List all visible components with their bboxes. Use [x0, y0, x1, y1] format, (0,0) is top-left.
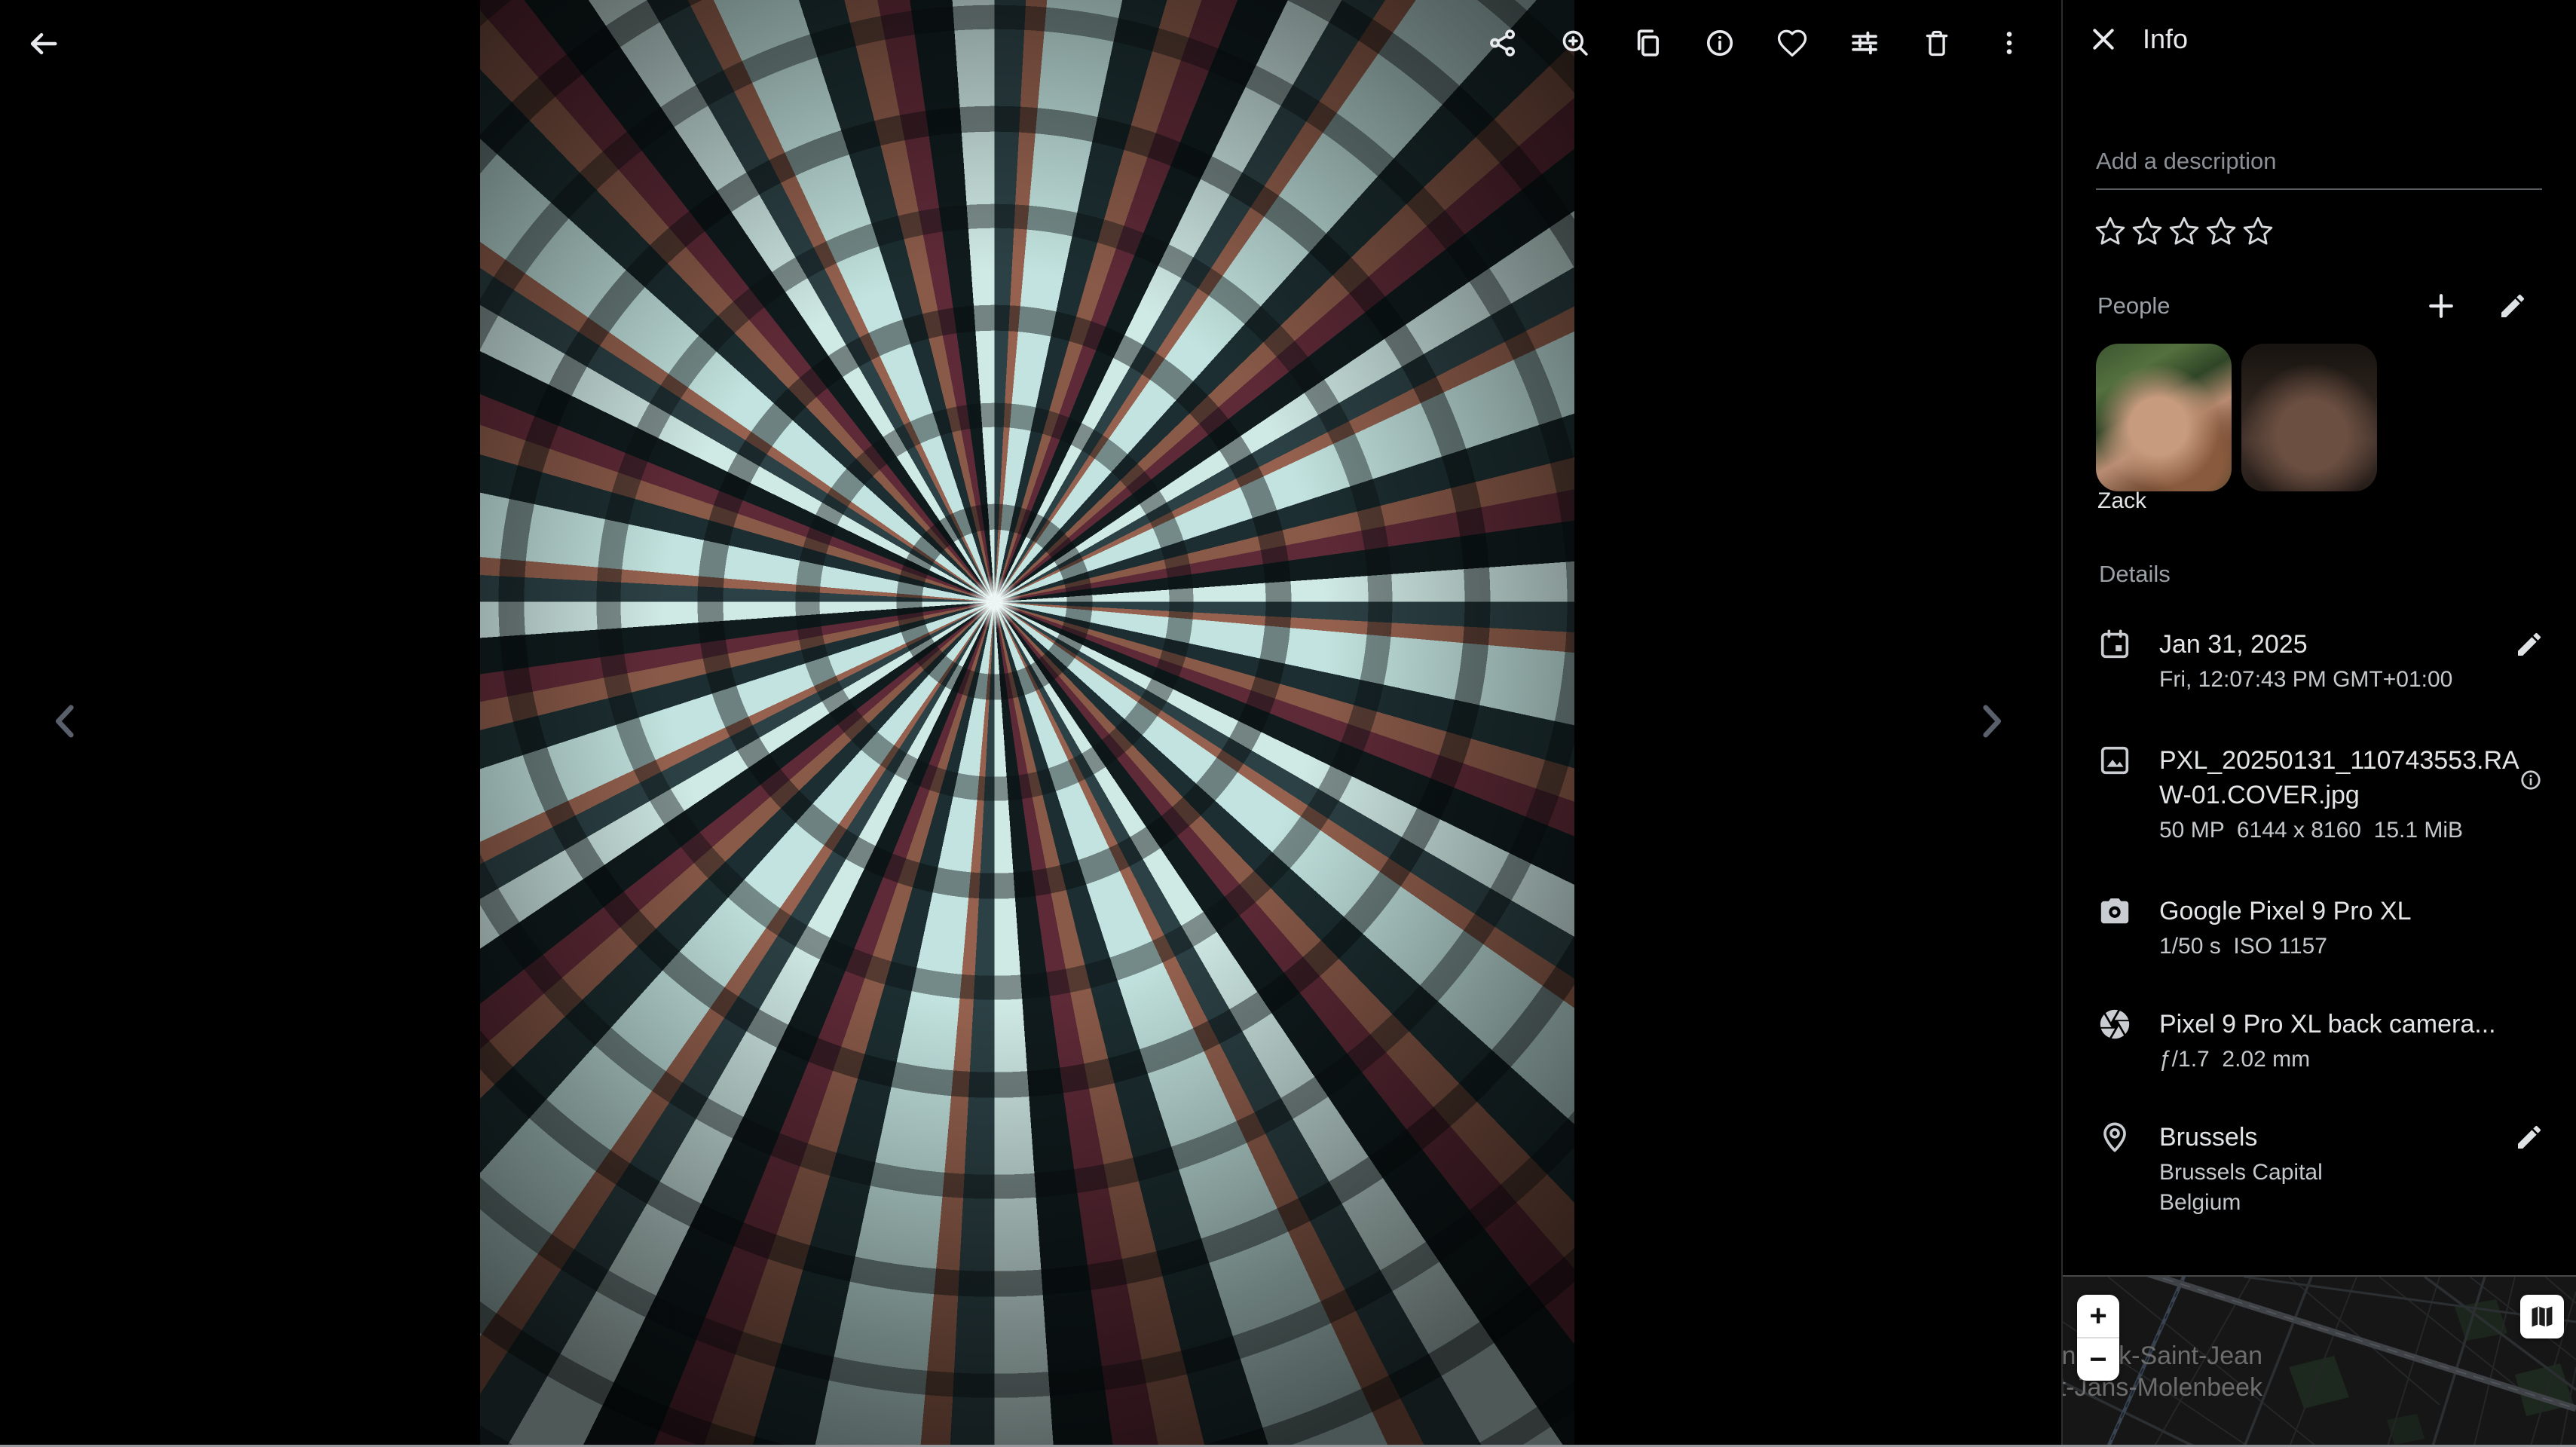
photo[interactable] [480, 0, 1574, 1447]
tune-icon [1849, 27, 1880, 59]
info-button[interactable] [1702, 25, 1738, 61]
kebab-menu-icon [1993, 27, 2025, 59]
person-name: Zack [2097, 488, 2146, 514]
people-section-label: People [2097, 292, 2171, 320]
info-icon [1704, 27, 1736, 59]
map[interactable]: Molenbeek-Saint-Jean Sint-Jans-Molenbeek… [2063, 1275, 2576, 1447]
location-region: Brussels Capital [2159, 1158, 2522, 1188]
trash-icon [1921, 27, 1953, 59]
copy-button[interactable] [1629, 25, 1666, 61]
next-photo-button[interactable] [1967, 697, 2015, 745]
edit-location-button[interactable] [2513, 1121, 2546, 1155]
star-rating [2093, 214, 2275, 249]
share-icon [1487, 27, 1519, 59]
rating-star-1[interactable] [2093, 214, 2128, 249]
camera-icon [2097, 894, 2132, 928]
star-icon [2130, 214, 2165, 249]
info-small-icon [2519, 769, 2542, 791]
map-style-button[interactable] [2520, 1295, 2564, 1338]
image-icon [2097, 743, 2132, 778]
edit-people-button[interactable] [2495, 288, 2531, 324]
rating-star-3[interactable] [2167, 214, 2201, 249]
details-section-label: Details [2099, 561, 2171, 588]
calendar-icon [2097, 627, 2132, 662]
star-icon [2093, 214, 2128, 249]
zoom-in-icon [1559, 27, 1591, 59]
copy-icon [1632, 27, 1663, 59]
person-thumbnail[interactable] [2241, 344, 2377, 491]
photo-viewer: Info People Zack Details [0, 0, 2576, 1447]
exposure-info: 1/50 s ISO 1157 [2159, 932, 2522, 962]
panel-title: Info [2143, 23, 2188, 56]
time-value: Fri, 12:07:43 PM GMT+01:00 [2159, 665, 2522, 695]
close-panel-button[interactable] [2085, 21, 2122, 57]
map-zoom-out-button[interactable]: − [2077, 1338, 2119, 1381]
pencil-icon [2498, 291, 2528, 321]
location-icon [2097, 1120, 2132, 1155]
file-specs: 50 MP 6144 x 8160 15.1 MiB [2159, 815, 2522, 846]
location-city: Brussels [2159, 1120, 2522, 1155]
rating-star-4[interactable] [2204, 214, 2238, 249]
lens-name: Pixel 9 Pro XL back camera... [2159, 1007, 2522, 1042]
camera-model: Google Pixel 9 Pro XL [2159, 894, 2522, 928]
rating-star-2[interactable] [2130, 214, 2165, 249]
description-input[interactable] [2096, 148, 2542, 190]
rating-star-5[interactable] [2241, 214, 2275, 249]
lens-specs: ƒ/1.7 2.02 mm [2159, 1045, 2522, 1075]
more-options-button[interactable] [1991, 25, 2027, 61]
add-person-button[interactable] [2423, 288, 2459, 324]
arrow-left-icon [26, 26, 61, 61]
heart-icon [1776, 27, 1808, 59]
pencil-icon [2514, 1122, 2544, 1152]
aperture-icon [2097, 1007, 2132, 1042]
file-info-button[interactable] [2519, 769, 2543, 793]
chevron-right-icon [1969, 699, 2013, 743]
info-panel: Info People Zack Details [2063, 0, 2576, 1447]
plus-icon [2425, 289, 2458, 323]
star-icon [2167, 214, 2201, 249]
location-country: Belgium [2159, 1188, 2522, 1218]
map-zoom-control: + − [2077, 1295, 2119, 1381]
close-icon [2088, 24, 2119, 54]
zoom-in-button[interactable] [1557, 25, 1593, 61]
delete-button[interactable] [1919, 25, 1955, 61]
date-value: Jan 31, 2025 [2159, 627, 2522, 662]
star-icon [2204, 214, 2238, 249]
star-icon [2241, 214, 2275, 249]
person-thumbnail[interactable] [2096, 344, 2232, 491]
back-button[interactable] [24, 24, 63, 63]
map-zoom-in-button[interactable]: + [2077, 1295, 2119, 1337]
edit-date-button[interactable] [2513, 629, 2546, 662]
file-name: PXL_20250131_110743553.RAW-01.COVER.jpg [2159, 743, 2522, 812]
pencil-icon [2514, 629, 2544, 659]
share-button[interactable] [1485, 25, 1521, 61]
previous-photo-button[interactable] [41, 697, 90, 745]
chevron-left-icon [44, 699, 87, 743]
adjustments-button[interactable] [1846, 25, 1883, 61]
favorite-button[interactable] [1774, 25, 1810, 61]
map-icon [2528, 1302, 2556, 1331]
photo-toolbar [1485, 25, 2027, 61]
